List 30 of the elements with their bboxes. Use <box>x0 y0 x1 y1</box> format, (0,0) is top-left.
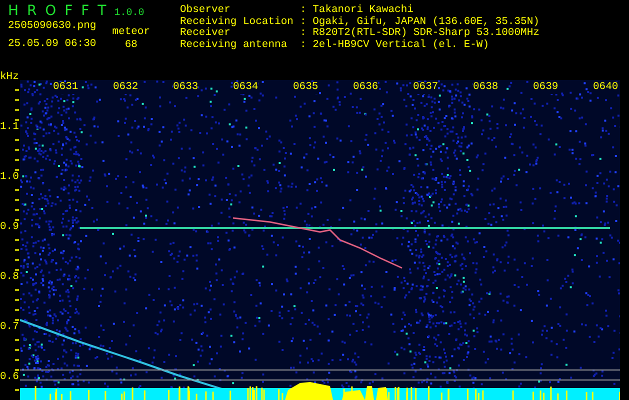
info-label: Receiving antenna <box>180 40 288 51</box>
x-axis-label: 0635 <box>293 82 318 94</box>
info-value: : Takanori Kawachi <box>300 5 414 16</box>
x-axis-label: 0631 <box>53 82 78 94</box>
info-label: Observer <box>180 5 232 16</box>
info-value: : Ogaki, Gifu, JAPAN (136.60E, 35.35N) <box>300 16 540 28</box>
y-axis-label: 0.9 <box>0 222 19 234</box>
date-time: 25.05.09 06:30 <box>8 38 96 50</box>
x-axis-label: 0639 <box>533 82 558 94</box>
meteor-count: 68 <box>124 40 138 51</box>
x-axis-label: 0633 <box>173 82 198 94</box>
x-axis-label: 0637 <box>413 82 438 94</box>
x-axis-label: 0632 <box>113 82 138 94</box>
y-axis-label: 0.8 <box>0 272 19 284</box>
x-axis-label: 0636 <box>353 82 378 94</box>
meteor-label: meteor <box>112 27 150 38</box>
app-name: H R O F F T <box>8 3 108 19</box>
info-label: Receiving Location <box>180 16 294 28</box>
unit-label: kHz <box>0 72 19 84</box>
y-axis-label: 0.6 <box>0 372 19 384</box>
app-version: 1.0.0 <box>114 8 144 19</box>
y-axis-label: 0.7 <box>0 322 19 334</box>
x-axis-label: 0634 <box>233 82 258 94</box>
x-axis-label: 0638 <box>473 82 498 94</box>
info-value: : 2el-HB9CV Vertical (el. E-W) <box>300 40 490 51</box>
file-name: 2505090630.png <box>8 21 96 32</box>
info-label: Receiver <box>180 28 232 39</box>
info-value: : R820T2(RTL-SDR) SDR-Sharp 53.1000MHz <box>300 28 540 39</box>
y-axis-label: 1.0 <box>0 172 19 184</box>
y-axis-label: 1.1 <box>0 122 19 134</box>
